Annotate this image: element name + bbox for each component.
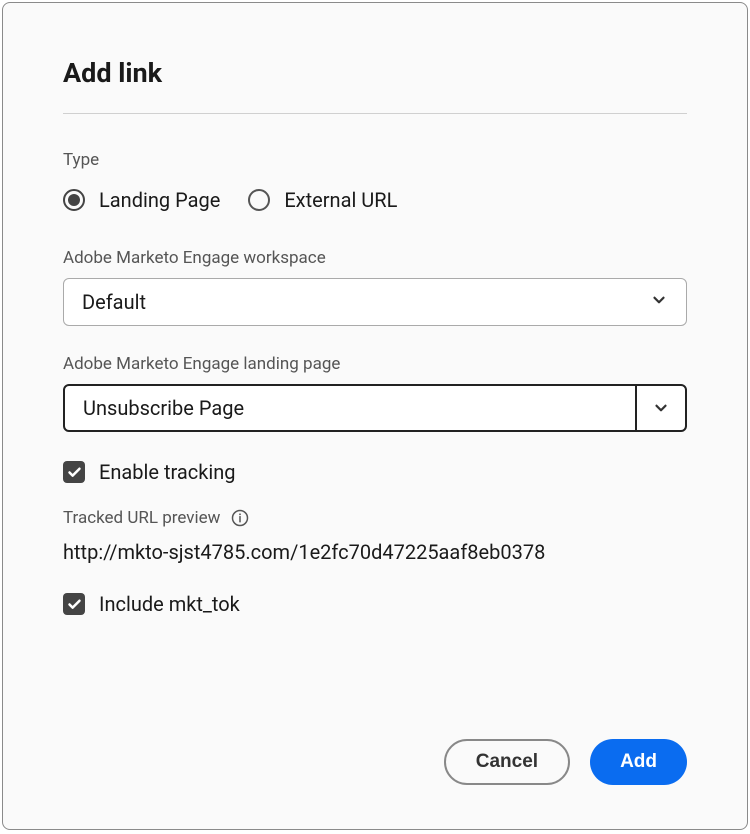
tracked-url-preview-label: Tracked URL preview bbox=[63, 508, 220, 528]
tracked-url-preview-value: http://mkto-sjst4785.com/1e2fc70d47225aa… bbox=[63, 540, 687, 564]
checkbox-checked-icon bbox=[63, 593, 85, 615]
enable-tracking-label: Enable tracking bbox=[99, 460, 236, 484]
radio-landing-page[interactable]: Landing Page bbox=[63, 188, 220, 212]
landing-page-select[interactable]: Unsubscribe Page bbox=[63, 384, 687, 432]
info-icon[interactable] bbox=[230, 508, 250, 528]
include-mkt-tok-label: Include mkt_tok bbox=[99, 592, 240, 616]
cancel-button[interactable]: Cancel bbox=[444, 739, 570, 785]
dialog-footer: Cancel Add bbox=[444, 739, 687, 785]
enable-tracking-checkbox[interactable]: Enable tracking bbox=[63, 460, 687, 484]
chevron-down-icon bbox=[650, 291, 668, 313]
radio-selected-icon bbox=[63, 189, 85, 211]
divider bbox=[63, 113, 687, 114]
landing-page-value: Unsubscribe Page bbox=[83, 396, 244, 420]
add-button[interactable]: Add bbox=[590, 739, 687, 785]
type-radio-group: Landing Page External URL bbox=[63, 188, 687, 212]
type-label: Type bbox=[63, 150, 687, 170]
checkbox-checked-icon bbox=[63, 461, 85, 483]
radio-external-label: External URL bbox=[284, 188, 397, 212]
tracked-url-preview-row: Tracked URL preview bbox=[63, 508, 687, 528]
radio-external-url[interactable]: External URL bbox=[248, 188, 397, 212]
workspace-field: Adobe Marketo Engage workspace Default bbox=[63, 248, 687, 326]
radio-landing-label: Landing Page bbox=[99, 188, 220, 212]
landing-page-field: Adobe Marketo Engage landing page Unsubs… bbox=[63, 354, 687, 432]
add-link-dialog: Add link Type Landing Page External URL … bbox=[2, 2, 748, 830]
workspace-select[interactable]: Default bbox=[63, 278, 687, 326]
dialog-title: Add link bbox=[63, 57, 687, 89]
radio-unselected-icon bbox=[248, 189, 270, 211]
include-mkt-tok-checkbox[interactable]: Include mkt_tok bbox=[63, 592, 687, 616]
workspace-label: Adobe Marketo Engage workspace bbox=[63, 248, 687, 268]
workspace-value: Default bbox=[82, 290, 146, 314]
chevron-down-icon bbox=[635, 386, 685, 430]
landing-page-label: Adobe Marketo Engage landing page bbox=[63, 354, 687, 374]
